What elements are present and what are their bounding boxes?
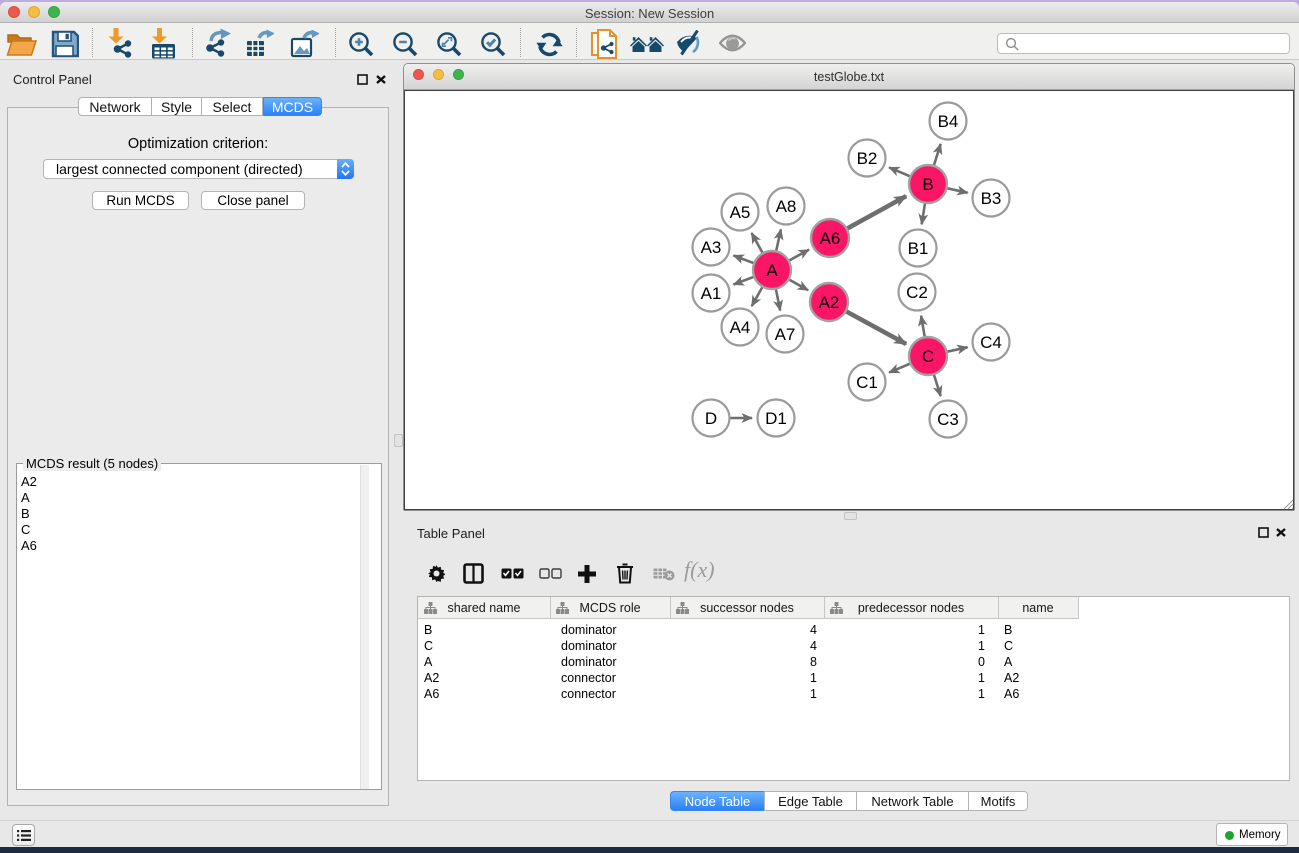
svg-text:D: D (705, 409, 717, 428)
svg-text:C: C (922, 347, 934, 366)
svg-text:C2: C2 (906, 283, 928, 302)
svg-text:A5: A5 (730, 203, 751, 222)
svg-text:C3: C3 (937, 410, 959, 429)
svg-text:A2: A2 (819, 293, 840, 312)
svg-text:D1: D1 (765, 409, 787, 428)
svg-text:C4: C4 (980, 333, 1002, 352)
svg-text:B2: B2 (857, 149, 878, 168)
svg-text:A7: A7 (775, 325, 796, 344)
svg-text:A3: A3 (701, 238, 722, 257)
svg-text:A6: A6 (820, 229, 841, 248)
svg-text:C1: C1 (856, 373, 878, 392)
svg-text:A: A (766, 261, 778, 280)
svg-text:A1: A1 (701, 284, 722, 303)
svg-text:B1: B1 (908, 239, 929, 258)
svg-text:B4: B4 (938, 112, 959, 131)
svg-text:B3: B3 (981, 189, 1002, 208)
svg-text:A4: A4 (730, 318, 751, 337)
svg-text:B: B (922, 175, 933, 194)
svg-text:A8: A8 (776, 197, 797, 216)
